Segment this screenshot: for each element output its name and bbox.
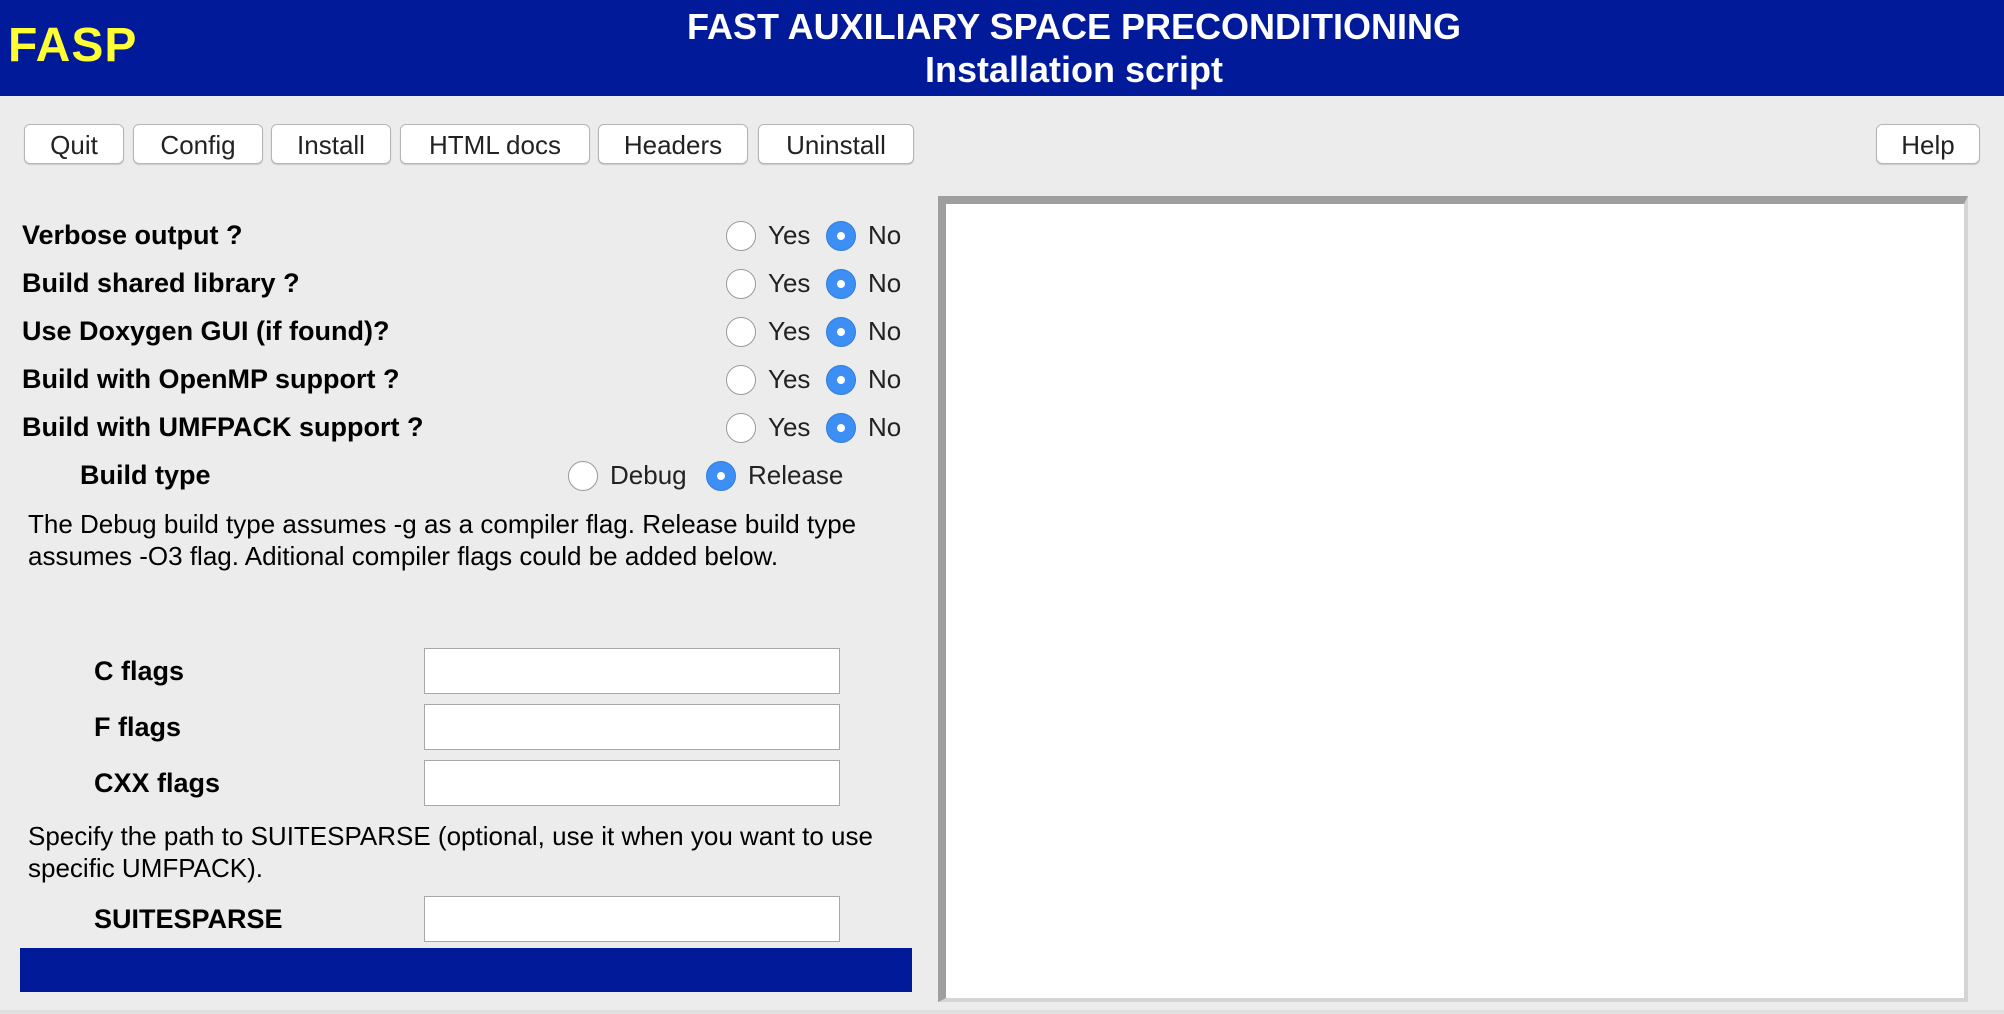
doxygen-yes-radio[interactable] <box>726 317 756 347</box>
output-text-panel[interactable] <box>938 196 1968 1002</box>
f-flags-label: F flags <box>94 712 182 742</box>
openmp-label: Build with OpenMP support ? <box>22 364 400 394</box>
build-debug-label: Debug <box>610 460 687 490</box>
umfpack-yes-radio[interactable] <box>726 413 756 443</box>
umfpack-label: Build with UMFPACK support ? <box>22 412 424 442</box>
title-line-1: FAST AUXILIARY SPACE PRECONDITIONING <box>686 6 1462 47</box>
cxx-flags-input[interactable] <box>424 760 840 806</box>
umfpack-yes-label: Yes <box>768 412 811 442</box>
verbose-no-radio[interactable] <box>826 221 856 251</box>
status-bar <box>20 948 912 992</box>
shared-library-no-label: No <box>868 268 902 298</box>
openmp-no-label: No <box>868 364 902 394</box>
help-button[interactable]: Help <box>1876 124 1980 164</box>
build-type-label: Build type <box>80 460 211 490</box>
verbose-yes-label: Yes <box>768 220 811 250</box>
c-flags-label: C flags <box>94 656 185 686</box>
doxygen-yes-label: Yes <box>768 316 811 346</box>
title-line-2: Installation script <box>924 49 1224 90</box>
suitesparse-input[interactable] <box>424 896 840 942</box>
shared-library-label: Build shared library ? <box>22 268 300 298</box>
build-type-note: The Debug build type assumes -g as a com… <box>28 509 857 571</box>
html-docs-button[interactable]: HTML docs <box>400 124 590 164</box>
header-banner: FASP FAST AUXILIARY SPACE PRECONDITIONIN… <box>0 0 2004 96</box>
quit-button[interactable]: Quit <box>24 124 124 164</box>
build-release-radio[interactable] <box>706 461 736 491</box>
umfpack-no-label: No <box>868 412 902 442</box>
openmp-yes-label: Yes <box>768 364 811 394</box>
shared-library-yes-label: Yes <box>768 268 811 298</box>
suitesparse-note: Specify the path to SUITESPARSE (optiona… <box>28 821 873 883</box>
verbose-no-label: No <box>868 220 902 250</box>
build-debug-radio[interactable] <box>568 461 598 491</box>
suitesparse-label: SUITESPARSE <box>94 904 283 934</box>
umfpack-no-radio[interactable] <box>826 413 856 443</box>
install-button[interactable]: Install <box>271 124 391 164</box>
doxygen-no-label: No <box>868 316 902 346</box>
bottom-divider <box>0 1010 2004 1014</box>
shared-library-no-radio[interactable] <box>826 269 856 299</box>
build-release-label: Release <box>748 460 844 490</box>
openmp-yes-radio[interactable] <box>726 365 756 395</box>
config-button[interactable]: Config <box>133 124 263 164</box>
verbose-yes-radio[interactable] <box>726 221 756 251</box>
fasp-installer-window: FASP FAST AUXILIARY SPACE PRECONDITIONIN… <box>0 0 2004 1014</box>
doxygen-no-radio[interactable] <box>826 317 856 347</box>
openmp-no-radio[interactable] <box>826 365 856 395</box>
f-flags-input[interactable] <box>424 704 840 750</box>
cxx-flags-label: CXX flags <box>94 768 221 798</box>
c-flags-input[interactable] <box>424 648 840 694</box>
uninstall-button[interactable]: Uninstall <box>758 124 914 164</box>
shared-library-yes-radio[interactable] <box>726 269 756 299</box>
doxygen-gui-label: Use Doxygen GUI (if found)? <box>22 316 390 346</box>
verbose-output-label: Verbose output ? <box>22 220 243 250</box>
headers-button[interactable]: Headers <box>598 124 748 164</box>
